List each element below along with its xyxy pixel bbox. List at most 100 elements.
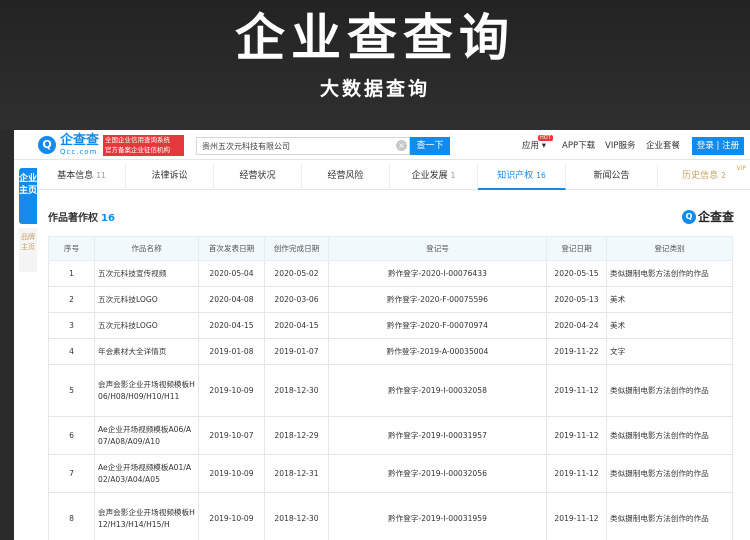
nav-app-label: 应用 <box>522 141 540 151</box>
cell-category: 美术 <box>606 286 733 313</box>
cell-reg-date: 2020-04-24 <box>546 312 607 339</box>
cell-first-publish: 2019-10-09 <box>198 364 265 417</box>
cell-first-publish: 2020-04-15 <box>198 312 265 339</box>
cell-index: 7 <box>48 454 95 493</box>
cell-index: 3 <box>48 312 95 339</box>
cell-completed: 2018-12-31 <box>264 454 329 493</box>
cell-index: 2 <box>48 286 95 313</box>
tab-label: 法律诉讼 <box>151 171 188 181</box>
tab-development[interactable]: 企业发展 1 <box>390 164 478 190</box>
cell-work-name: 年会素材大全详情页 <box>94 338 199 365</box>
table-row[interactable]: 3 五次元科技LOGO 2020-04-15 2020-04-15 黔作登字-2… <box>48 312 733 339</box>
col-header-first-publish: 首次发表日期 <box>198 236 265 261</box>
cell-index: 5 <box>48 364 95 417</box>
sidebar-tab-brand-home[interactable]: 品牌主页 <box>19 228 37 272</box>
table-header-row: 序号 作品名称 首次发表日期 创作完成日期 登记号 登记日期 登记类别 <box>48 236 733 261</box>
cell-index: 6 <box>48 416 95 455</box>
cell-category: 文字 <box>606 338 733 365</box>
browser-content: Q 企查查 Qcc.com 全国企业信用查询系统 官方备案企业征信机构 × 查一… <box>14 130 750 540</box>
caret-down-icon: ▾ <box>541 141 546 151</box>
cell-work-name: 会声会影企业开场视频模板H12/H13/H14/H15/H <box>94 492 199 540</box>
hot-badge: HOT <box>538 135 553 141</box>
cell-reg-number: 黔作登字-2020-F-00070974 <box>328 312 547 339</box>
login-register-button[interactable]: 登录 | 注册 <box>692 137 744 155</box>
cell-work-name: 五次元科技宣传视频 <box>94 260 199 287</box>
cell-first-publish: 2019-10-09 <box>198 492 265 540</box>
cell-reg-date: 2019-11-12 <box>546 492 607 540</box>
cell-completed: 2018-12-30 <box>264 492 329 540</box>
cell-reg-date: 2019-11-12 <box>546 416 607 455</box>
nav-app-menu[interactable]: 应用 ▾ <box>522 140 546 152</box>
tab-count: 2 <box>721 171 726 180</box>
tab-label: 历史信息 <box>682 171 719 181</box>
nav-vip-service[interactable]: VIP服务 <box>605 140 635 152</box>
section-tabs: 基本信息 11 法律诉讼 经营状况 经营风险 企业发展 1 知识产权 16 新闻公告 … <box>38 164 750 190</box>
col-header-reg-number: 登记号 <box>328 236 547 261</box>
col-header-work-name: 作品名称 <box>94 236 199 261</box>
brand-name: 企查查 <box>698 210 735 224</box>
table-row[interactable]: 4 年会素材大全详情页 2019-01-08 2019-01-07 黔作登字-2… <box>48 338 733 365</box>
cell-reg-date: 2020-05-15 <box>546 260 607 287</box>
cell-category: 美术 <box>606 312 733 339</box>
col-header-reg-date: 登记日期 <box>546 236 607 261</box>
cell-completed: 2020-05-02 <box>264 260 329 287</box>
nav-app-download[interactable]: APP下载 <box>562 140 595 152</box>
search-input[interactable] <box>196 137 410 155</box>
site-header: Q 企查查 Qcc.com 全国企业信用查询系统 官方备案企业征信机构 × 查一… <box>14 130 750 160</box>
table-row[interactable]: 5 会声会影企业开场视频模板H06/H08/H09/H10/H11 2019-1… <box>48 364 733 417</box>
tab-count: 11 <box>96 171 106 180</box>
tab-risk[interactable]: 经营风险 <box>302 164 390 190</box>
cell-work-name: Ae企业开场视频模板A01/A02/A03/A04/A05 <box>94 454 199 493</box>
slogan-line-1: 全国企业信用查询系统 <box>105 136 170 144</box>
tab-label: 经营状况 <box>239 171 276 181</box>
nav-enterprise-package[interactable]: 企业套餐 <box>646 140 680 152</box>
logo-domain: Qcc.com <box>60 148 98 156</box>
tab-legal[interactable]: 法律诉讼 <box>126 164 214 190</box>
tab-label: 基本信息 <box>57 171 94 181</box>
section-count: 16 <box>101 213 115 224</box>
tab-label: 企业发展 <box>411 171 448 181</box>
cell-first-publish: 2019-10-07 <box>198 416 265 455</box>
logo-text[interactable]: 企查查 <box>60 133 99 148</box>
cell-first-publish: 2020-05-04 <box>198 260 265 287</box>
col-header-completed: 创作完成日期 <box>264 236 329 261</box>
cell-category: 类似摄制电影方法创作的作品 <box>606 492 733 540</box>
cell-reg-date: 2019-11-22 <box>546 338 607 365</box>
cell-reg-number: 黔作登字-2019-I-00031959 <box>328 492 547 540</box>
table-row[interactable]: 7 Ae企业开场视频模板A01/A02/A03/A04/A05 2019-10-… <box>48 454 733 493</box>
cell-completed: 2018-12-30 <box>264 364 329 417</box>
tab-operations[interactable]: 经营状况 <box>214 164 302 190</box>
cell-category: 类似摄制电影方法创作的作品 <box>606 454 733 493</box>
table-row[interactable]: 1 五次元科技宣传视频 2020-05-04 2020-05-02 黔作登字-2… <box>48 260 733 287</box>
banner-title: 企业查查询 <box>235 9 515 67</box>
cell-work-name: 五次元科技LOGO <box>94 286 199 313</box>
cell-category: 类似摄制电影方法创作的作品 <box>606 416 733 455</box>
cell-reg-date: 2019-11-12 <box>546 454 607 493</box>
vip-badge: VIP <box>736 165 747 172</box>
tab-basic-info[interactable]: 基本信息 11 <box>38 164 126 190</box>
clear-icon[interactable]: × <box>396 140 407 151</box>
qcc-logo-icon[interactable]: Q <box>38 136 56 154</box>
search-button[interactable]: 查一下 <box>410 137 450 155</box>
tab-count: 16 <box>536 171 546 180</box>
cell-category: 类似摄制电影方法创作的作品 <box>606 260 733 287</box>
tab-history[interactable]: 历史信息 2 VIP <box>658 164 750 190</box>
sidebar-tab-enterprise-home[interactable]: 企业主页 <box>19 168 37 224</box>
tab-news[interactable]: 新闻公告 <box>566 164 658 190</box>
copyright-table: 序号 作品名称 首次发表日期 创作完成日期 登记号 登记日期 登记类别 1 五次… <box>48 236 733 540</box>
promo-banner: 企业查查询 大数据查询 <box>0 0 750 130</box>
cell-reg-number: 黔作登字-2020-I-00076433 <box>328 260 547 287</box>
tab-ip[interactable]: 知识产权 16 <box>478 164 566 190</box>
cell-reg-number: 黔作登字-2019-A-00035004 <box>328 338 547 365</box>
cell-work-name: Ae企业开场视频模板A06/A07/A08/A09/A10 <box>94 416 199 455</box>
tab-label: 知识产权 <box>497 171 534 181</box>
col-header-index: 序号 <box>48 236 95 261</box>
cell-work-name: 五次元科技LOGO <box>94 312 199 339</box>
qcc-logo-icon: Q <box>682 210 696 224</box>
table-row[interactable]: 2 五次元科技LOGO 2020-04-08 2020-03-06 黔作登字-2… <box>48 286 733 313</box>
cell-work-name: 会声会影企业开场视频模板H06/H08/H09/H10/H11 <box>94 364 199 417</box>
table-row[interactable]: 6 Ae企业开场视频模板A06/A07/A08/A09/A10 2019-10-… <box>48 416 733 455</box>
cell-completed: 2018-12-29 <box>264 416 329 455</box>
table-row[interactable]: 8 会声会影企业开场视频模板H12/H13/H14/H15/H 2019-10-… <box>48 492 733 540</box>
cell-completed: 2020-03-06 <box>264 286 329 313</box>
